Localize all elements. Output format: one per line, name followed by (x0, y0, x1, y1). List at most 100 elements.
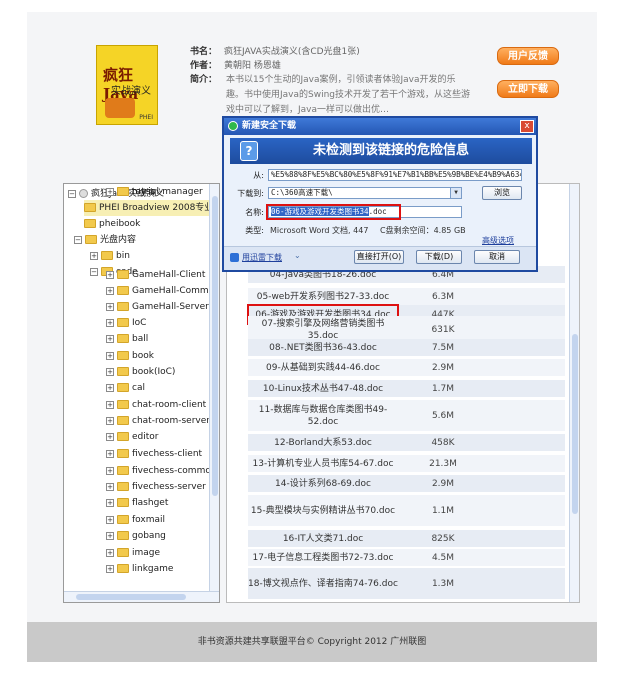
file-row[interactable]: 05-web开发系列图书27-33.doc 6.3M (248, 288, 565, 306)
expand-icon[interactable]: + (106, 564, 114, 573)
tree-vertical-scrollbar[interactable] (209, 184, 219, 592)
feedback-button[interactable]: 用户反馈 (497, 47, 559, 65)
tree-item[interactable]: + fivechess-commons (106, 463, 219, 479)
tree-item[interactable]: + GameHall-Client (106, 267, 205, 283)
expand-icon[interactable]: + (106, 548, 114, 557)
tree-horizontal-scrollbar[interactable] (64, 591, 219, 602)
expand-icon[interactable]: + (106, 515, 114, 524)
expand-icon[interactable]: + (106, 466, 114, 475)
chevron-down-icon[interactable]: ▼ (450, 188, 461, 198)
expand-icon[interactable]: + (106, 400, 114, 409)
book-cover-image: 疯狂Java 实战演义 PHEI (96, 45, 158, 125)
tree-item[interactable]: + gobang (106, 528, 166, 544)
tree-item[interactable]: + IoC (106, 315, 146, 331)
file-list-scrollbar[interactable] (569, 184, 579, 602)
file-name[interactable]: 05-web开发系列图书27-33.doc (248, 288, 398, 305)
advanced-options-link[interactable]: 高级选项 (482, 235, 514, 246)
scroll-thumb[interactable] (572, 334, 578, 514)
expand-icon[interactable]: + (106, 270, 114, 279)
file-row[interactable]: 10-Linux技术丛书47-48.doc 1.7M (248, 380, 565, 398)
tree-item[interactable]: + bin (90, 248, 130, 264)
file-name[interactable]: 09-从基础到实践44-46.doc (248, 359, 398, 376)
source-url-field[interactable]: %E5%88%8F%E5%BC%80%E5%8F%91%E7%B1%BB%E5%… (268, 169, 522, 181)
file-size: 458K (431, 437, 455, 448)
tree-item[interactable]: + tetris (106, 184, 155, 200)
scroll-thumb[interactable] (212, 196, 218, 496)
tree-item[interactable]: + book (106, 348, 154, 364)
expand-icon[interactable]: ⌄ (294, 251, 301, 260)
download-button[interactable]: 下载(D) (416, 250, 462, 264)
tree-item[interactable]: + cal (106, 380, 145, 396)
expand-icon[interactable]: + (106, 531, 114, 540)
dialog-titlebar[interactable]: 新建安全下载 (224, 118, 536, 135)
folder-icon (117, 187, 129, 196)
file-row[interactable]: 17-电子信息工程类图书72-73.doc 4.5M (248, 549, 565, 567)
tree-item[interactable]: + GameHall-Commons (106, 283, 219, 299)
tree-item-label: book(IoC) (132, 367, 176, 377)
file-name[interactable]: 10-Linux技术丛书47-48.doc (248, 380, 398, 397)
close-button[interactable]: x (520, 120, 534, 133)
tree-item[interactable]: + fivechess-server (106, 479, 206, 495)
expand-icon[interactable]: + (106, 432, 114, 441)
use-xunlei-link[interactable]: 用迅雷下载 (242, 252, 282, 263)
expand-icon[interactable]: + (106, 367, 114, 376)
tree-item-label: chat-room-server (132, 416, 210, 426)
file-name[interactable]: 15-典型模块与实例精讲丛书70.doc (248, 495, 398, 526)
file-name[interactable]: 11-数据库与数据仓库类图书49-52.doc (248, 400, 398, 431)
file-size: 825K (431, 533, 455, 544)
download-now-button[interactable]: 立即下载 (497, 80, 559, 98)
tree-item[interactable]: pheibook (84, 216, 140, 232)
collapse-icon[interactable]: − (90, 267, 98, 276)
expand-icon[interactable]: + (106, 302, 114, 311)
expand-icon[interactable]: + (106, 383, 114, 392)
collapse-icon[interactable]: − (68, 189, 76, 198)
file-row[interactable]: 11-数据库与数据仓库类图书49-52.doc 5.6M (248, 400, 565, 432)
file-row[interactable]: 09-从基础到实践44-46.doc 2.9M (248, 359, 565, 377)
from-label: 从: (253, 171, 264, 180)
file-row[interactable]: 18-博文视点作、译者指南74-76.doc 1.3M (248, 568, 565, 600)
collapse-icon[interactable]: − (74, 235, 82, 244)
tree-item[interactable]: + ball (106, 331, 148, 347)
browse-button[interactable]: 浏览 (482, 186, 522, 200)
tree-item[interactable]: + flashget (106, 495, 168, 511)
expand-icon[interactable]: + (106, 498, 114, 507)
file-name[interactable]: 12-Borland大系53.doc (248, 434, 398, 451)
file-name[interactable]: 18-博文视点作、译者指南74-76.doc (248, 568, 398, 599)
file-name[interactable]: 16-IT人文类71.doc (248, 530, 398, 547)
file-name[interactable]: 08-.NET类图书36-43.doc (248, 339, 398, 356)
file-row[interactable]: 13-计算机专业人员书库54-67.doc 21.3M (248, 455, 565, 473)
save-path-dropdown[interactable]: C:\360高速下载\ ▼ (268, 187, 462, 199)
file-row[interactable]: 15-典型模块与实例精讲丛书70.doc 1.1M (248, 495, 565, 527)
tree-item[interactable]: + book(IoC) (106, 364, 175, 380)
tree-item[interactable]: + linkgame (106, 561, 173, 577)
tree-item[interactable]: − 光盘内容 (74, 232, 136, 248)
file-row[interactable]: 14-设计系列68-69.doc 2.9M (248, 475, 565, 493)
tree-item[interactable]: + chat-room-server (106, 413, 210, 429)
tree-item[interactable]: + editor (106, 429, 159, 445)
expand-icon[interactable]: + (106, 449, 114, 458)
expand-icon[interactable]: + (106, 286, 114, 295)
tree-item[interactable]: PHEI Broadview 2008专业专业书刊发布计划 (84, 200, 219, 216)
expand-icon[interactable]: + (106, 416, 114, 425)
tree-item[interactable]: + GameHall-Server (106, 299, 209, 315)
tree-item[interactable]: + fivechess-client (106, 446, 202, 462)
expand-icon[interactable]: + (106, 187, 114, 196)
expand-icon[interactable]: + (106, 334, 114, 343)
file-name[interactable]: 14-设计系列68-69.doc (248, 475, 398, 492)
scroll-thumb[interactable] (76, 594, 186, 600)
open-directly-button[interactable]: 直接打开(O) (354, 250, 404, 264)
cancel-button[interactable]: 取消 (474, 250, 520, 264)
file-row[interactable]: 12-Borland大系53.doc 458K (248, 434, 565, 452)
file-name[interactable]: 13-计算机专业人员书库54-67.doc (248, 455, 398, 472)
expand-icon[interactable]: + (106, 482, 114, 491)
tree-item[interactable]: + image (106, 545, 160, 561)
expand-icon[interactable]: + (106, 318, 114, 327)
folder-icon (117, 383, 129, 392)
file-row[interactable]: 08-.NET类图书36-43.doc 7.5M (248, 339, 565, 357)
expand-icon[interactable]: + (106, 351, 114, 360)
tree-item[interactable]: + foxmail (106, 512, 165, 528)
file-name[interactable]: 17-电子信息工程类图书72-73.doc (248, 549, 398, 566)
expand-icon[interactable]: + (90, 251, 98, 260)
file-row[interactable]: 16-IT人文类71.doc 825K (248, 530, 565, 548)
tree-item[interactable]: + chat-room-client (106, 397, 206, 413)
